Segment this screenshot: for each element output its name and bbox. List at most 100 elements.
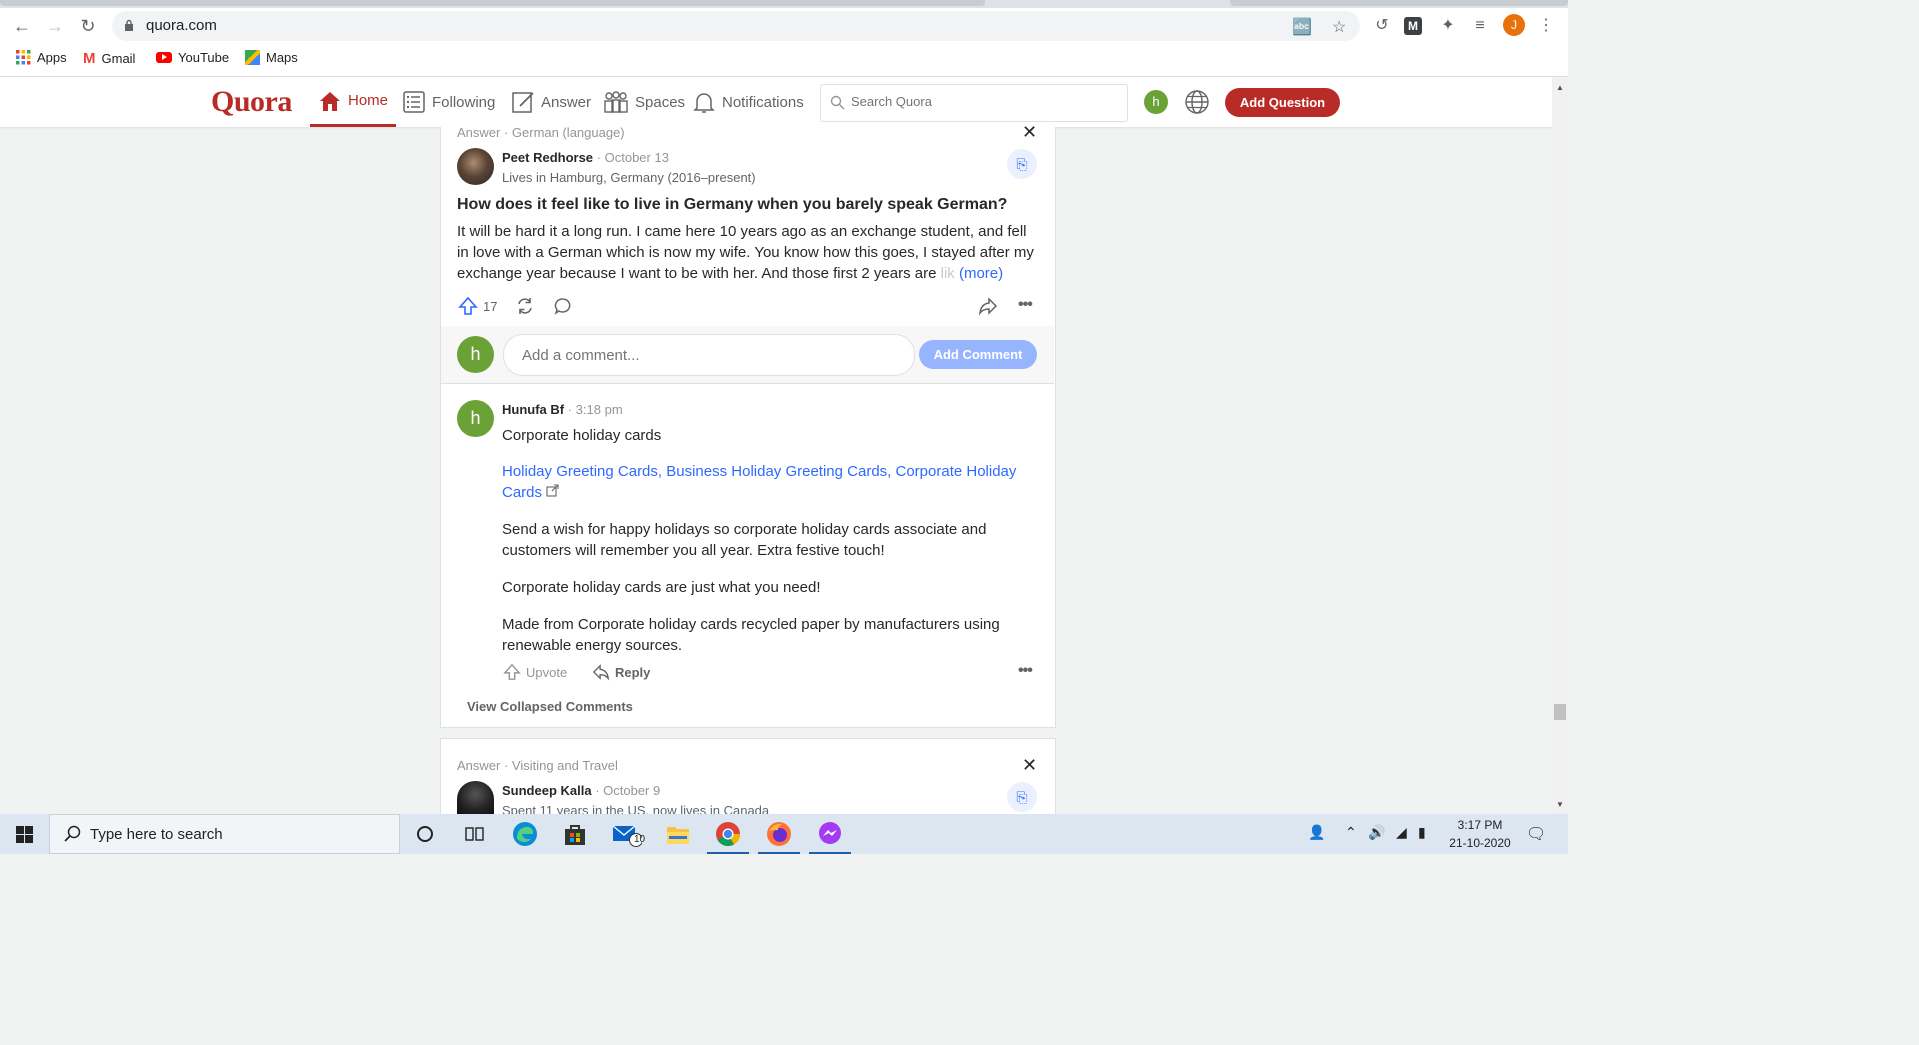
upvote-count: 17 — [483, 298, 498, 314]
comment-more-options-icon[interactable]: ••• — [1018, 662, 1033, 680]
browser-tab[interactable] — [1230, 0, 1568, 6]
share-repost-button[interactable] — [515, 296, 535, 316]
store-icon[interactable] — [550, 814, 600, 854]
comment-input[interactable] — [520, 346, 894, 365]
nav-home[interactable]: Home — [310, 77, 397, 127]
comment-upvote-button[interactable]: Upvote — [503, 663, 567, 681]
author-avatar[interactable] — [457, 781, 494, 814]
view-collapsed-comments-link[interactable]: View Collapsed Comments — [467, 699, 633, 714]
nav-label: Following — [432, 93, 496, 111]
battery-icon[interactable]: ▮ — [1418, 824, 1426, 841]
comment-paragraph: Send a wish for happy holidays so corpor… — [502, 521, 987, 559]
puzzle-extensions-icon[interactable]: ✦ — [1437, 15, 1459, 37]
upvote-arrow-icon — [503, 663, 521, 680]
nav-answer[interactable]: Answer — [511, 77, 591, 127]
task-view-icon[interactable] — [450, 814, 500, 854]
search-input[interactable] — [849, 93, 1113, 110]
close-icon[interactable]: ✕ — [1022, 122, 1037, 143]
scroll-down-arrow-icon[interactable]: ▼ — [1556, 800, 1564, 809]
lock-icon — [125, 19, 133, 31]
volume-icon[interactable]: 🔊 — [1368, 824, 1385, 841]
author-credential: Lives in Hamburg, Germany (2016–present) — [502, 170, 756, 185]
show-hidden-icons-icon[interactable]: ⌃ — [1345, 824, 1357, 841]
comment-link-text[interactable]: Holiday Greeting Cards, Business Holiday… — [502, 463, 1016, 501]
mail-badge: 10 — [634, 834, 646, 845]
comment-author-line: Hunufa Bf · 3:18 pm — [502, 402, 623, 417]
reload-button[interactable]: ↻ — [76, 14, 100, 38]
author-credential: Spent 11 years in the US, now lives in C… — [502, 803, 770, 814]
cortana-icon[interactable] — [400, 814, 450, 854]
page-scrollbar[interactable]: ▲ ▼ — [1552, 77, 1568, 814]
edge-browser-icon[interactable] — [500, 814, 550, 854]
comment-link[interactable]: Holiday Greeting Cards, Business Holiday… — [502, 461, 1032, 503]
menu-kebab-icon[interactable]: ⋮ — [1535, 15, 1557, 37]
notifications-icon[interactable]: 🗨 — [1526, 824, 1546, 844]
scroll-up-arrow-icon[interactable]: ▲ — [1556, 83, 1564, 92]
bookmark-maps[interactable]: Maps — [245, 50, 298, 65]
nav-notifications[interactable]: Notifications — [692, 77, 804, 127]
user-avatar[interactable]: h — [1144, 90, 1168, 114]
share-button[interactable] — [978, 296, 998, 316]
comment-author-name[interactable]: Hunufa Bf — [502, 402, 564, 417]
nav-spaces[interactable]: Spaces — [603, 77, 685, 127]
firefox-icon[interactable] — [754, 814, 804, 854]
question-title[interactable]: How does it feel like to live in Germany… — [457, 196, 1007, 214]
answer-meta[interactable]: Answer · German (language) — [457, 125, 625, 140]
author-name[interactable]: Sundeep Kalla — [502, 783, 592, 798]
browser-toolbar: ← → ↻ quora.com 🔤 ☆ ↺ M ✦ ≡ J ⋮ — [0, 8, 1568, 44]
search-icon — [830, 95, 845, 110]
search-box[interactable] — [820, 84, 1128, 122]
answer-text[interactable]: It will be hard it a long run. I came he… — [457, 221, 1039, 284]
forward-button[interactable]: → — [43, 14, 67, 38]
reading-list-icon[interactable]: ≡ — [1469, 15, 1491, 37]
translate-icon[interactable]: 🔤 — [1292, 17, 1312, 37]
messenger-icon[interactable] — [805, 814, 855, 854]
comment-author-avatar[interactable]: h — [457, 400, 494, 437]
taskbar-search-box[interactable]: Type here to search — [49, 814, 400, 854]
scrollbar-thumb[interactable] — [1554, 704, 1566, 720]
people-icon[interactable]: 👤 — [1308, 824, 1325, 841]
follow-author-icon[interactable]: ⎘ — [1007, 149, 1037, 179]
author-name[interactable]: Peet Redhorse — [502, 150, 593, 165]
history-extension-icon[interactable]: ↺ — [1371, 15, 1393, 37]
start-button[interactable] — [0, 814, 48, 854]
more-link[interactable]: (more) — [959, 265, 1003, 282]
bookmark-gmail[interactable]: M Gmail — [83, 50, 135, 67]
comment-input-box[interactable] — [503, 334, 915, 376]
comment-time: · 3:18 pm — [567, 402, 623, 417]
m-extension-icon[interactable]: M — [1404, 17, 1422, 35]
browser-tab[interactable] — [0, 0, 985, 6]
nav-label: Answer — [541, 93, 592, 111]
back-button[interactable]: ← — [10, 14, 34, 38]
nav-following[interactable]: Following — [402, 77, 495, 127]
profile-avatar[interactable]: J — [1503, 14, 1525, 36]
more-options-icon[interactable]: ••• — [1018, 296, 1033, 314]
answer-meta[interactable]: Answer · Visiting and Travel — [457, 758, 618, 773]
taskbar-search-text[interactable]: Type here to search — [90, 826, 223, 843]
globe-icon[interactable] — [1184, 89, 1210, 115]
follow-author-icon[interactable]: ⎘ — [1007, 782, 1037, 812]
bookmark-youtube[interactable]: YouTube — [156, 50, 229, 65]
upvote-button[interactable]: 17 — [458, 296, 497, 316]
chrome-icon[interactable] — [703, 814, 753, 854]
address-bar[interactable]: quora.com 🔤 ☆ — [112, 11, 1360, 41]
url-text[interactable]: quora.com — [146, 17, 217, 34]
nav-label: Spaces — [635, 93, 686, 111]
comment-button[interactable] — [554, 297, 572, 315]
close-icon[interactable]: ✕ — [1022, 755, 1037, 776]
bookmark-star-icon[interactable]: ☆ — [1332, 17, 1346, 37]
mail-icon[interactable]: 10 — [602, 814, 652, 854]
reply-button[interactable]: Reply — [592, 663, 650, 681]
clock[interactable]: 3:17 PM 21-10-2020 — [1430, 816, 1530, 852]
answer-date[interactable]: · October 13 — [597, 150, 669, 165]
wifi-icon[interactable]: ◢ — [1396, 824, 1407, 841]
add-comment-button[interactable]: Add Comment — [919, 340, 1037, 369]
answer-date[interactable]: · October 9 — [595, 783, 660, 798]
author-avatar[interactable] — [457, 148, 494, 185]
add-question-button[interactable]: Add Question — [1225, 88, 1340, 117]
bookmark-apps[interactable]: Apps — [16, 50, 67, 65]
quora-logo[interactable]: Quora — [211, 85, 292, 119]
file-explorer-icon[interactable] — [653, 814, 703, 854]
following-icon — [403, 91, 425, 113]
upvote-label: Upvote — [526, 664, 568, 680]
